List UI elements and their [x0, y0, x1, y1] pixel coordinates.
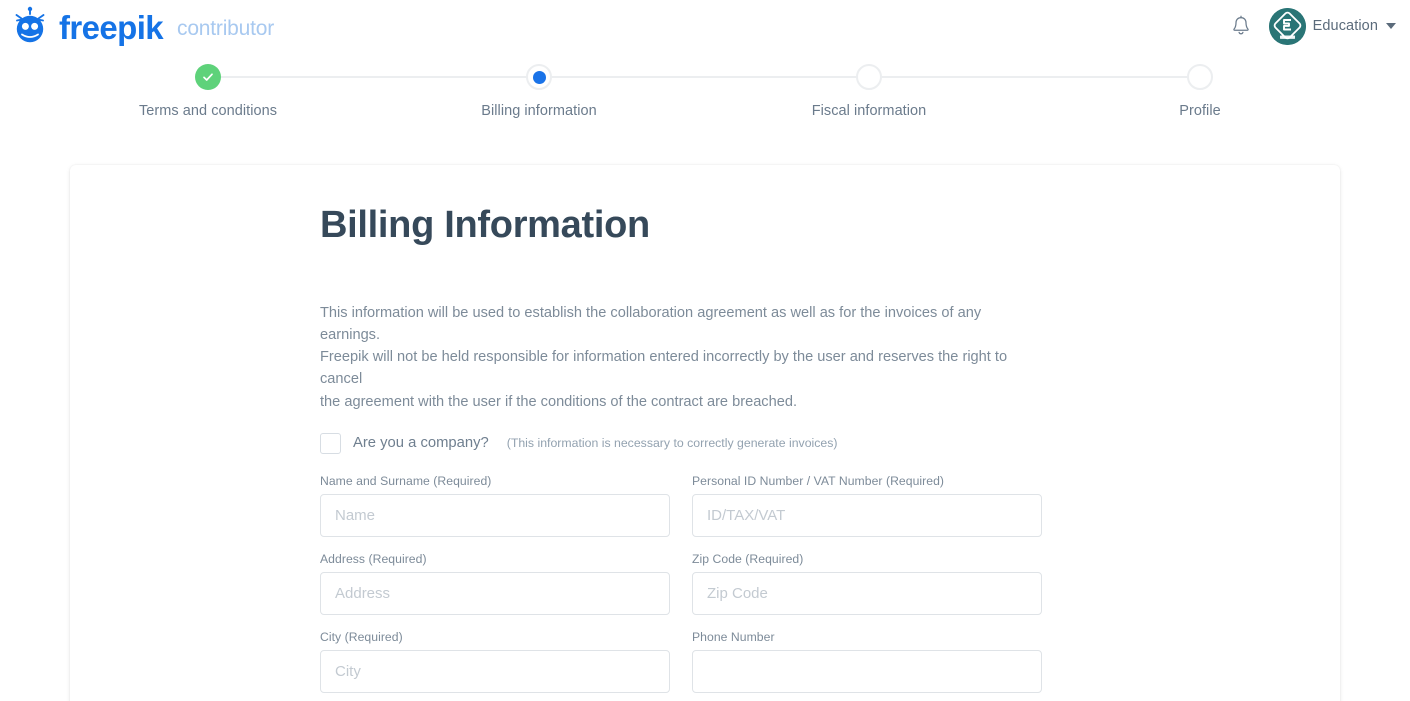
- address-input[interactable]: [320, 571, 670, 615]
- field-vat: Personal ID Number / VAT Number (Require…: [692, 474, 1042, 537]
- billing-form: Name and Surname (Required) Personal ID …: [320, 474, 1042, 701]
- name-input[interactable]: [320, 493, 670, 537]
- content-card: Billing Information This information wil…: [70, 165, 1340, 701]
- brand-subtitle: contributor: [177, 16, 275, 40]
- intro-paragraph: This information will be used to establi…: [320, 302, 1040, 413]
- company-checkbox[interactable]: [320, 432, 341, 454]
- content-card-inner: Billing Information This information wil…: [70, 165, 1340, 701]
- check-icon: [195, 64, 221, 90]
- freepik-contributor-logo[interactable]: freepik contributor: [10, 3, 274, 49]
- intro-line-3: the agreement with the user if the condi…: [320, 393, 798, 410]
- empty-circle-icon: [1187, 64, 1213, 90]
- step-indicator-2: [429, 62, 649, 92]
- label-phone: Phone Number: [692, 629, 775, 644]
- stepper-label-terms: Terms and conditions: [138, 103, 277, 119]
- page-title: Billing Information: [320, 204, 650, 246]
- label-name: Name and Surname (Required): [320, 473, 492, 488]
- avatar: [1268, 7, 1306, 45]
- field-phone: Phone Number: [692, 630, 1042, 693]
- progress-stepper: Terms and conditions Billing information…: [0, 62, 1410, 132]
- intro-line-1: This information will be used to establi…: [320, 304, 982, 343]
- company-checkbox-label: Are you a company?: [353, 435, 489, 452]
- city-input[interactable]: [320, 649, 670, 693]
- stepper-label-fiscal: Fiscal information: [811, 103, 927, 119]
- top-bar-right: Education: [1231, 0, 1396, 52]
- field-name: Name and Surname (Required): [320, 474, 670, 537]
- label-zip: Zip Code (Required): [692, 551, 804, 566]
- freepik-robot-logo-icon: [15, 6, 45, 43]
- intro-line-2: Freepik will not be held responsible for…: [320, 349, 1008, 388]
- current-step-dot: [532, 70, 546, 84]
- field-city: City (Required): [320, 630, 670, 693]
- brand-wordmark: freepik: [59, 8, 164, 46]
- bell-icon[interactable]: [1231, 15, 1251, 37]
- stepper-label-billing: Billing information: [481, 103, 597, 119]
- dot-icon: [526, 64, 552, 90]
- stepper-item-billing[interactable]: Billing information: [429, 62, 649, 119]
- billing-information-page: freepik contributor Education Terms and …: [0, 0, 1410, 701]
- step-indicator-3: [759, 62, 979, 92]
- field-zip: Zip Code (Required): [692, 552, 1042, 615]
- field-address: Address (Required): [320, 552, 670, 615]
- zip-input[interactable]: [692, 571, 1042, 615]
- label-vat: Personal ID Number / VAT Number (Require…: [692, 473, 945, 488]
- top-bar: freepik contributor Education: [0, 0, 1410, 52]
- vat-input[interactable]: [692, 493, 1042, 537]
- label-city: City (Required): [320, 629, 403, 644]
- user-menu[interactable]: Education: [1268, 7, 1396, 45]
- stepper-item-terms[interactable]: Terms and conditions: [98, 62, 318, 119]
- check-glyph: [203, 73, 213, 81]
- caret-down-icon: [1386, 23, 1396, 29]
- phone-input[interactable]: [692, 649, 1042, 693]
- stepper-label-profile: Profile: [1179, 103, 1221, 119]
- step-indicator-1: [98, 62, 318, 92]
- stepper-item-profile[interactable]: Profile: [1090, 62, 1310, 119]
- empty-circle-icon: [856, 64, 882, 90]
- company-checkbox-row: Are you a company? (This information is …: [320, 432, 1340, 454]
- step-indicator-4: [1090, 62, 1310, 92]
- stepper-item-fiscal[interactable]: Fiscal information: [759, 62, 979, 119]
- company-checkbox-hint: (This information is necessary to correc…: [506, 436, 838, 451]
- user-name: Education: [1312, 18, 1378, 34]
- user-avatar-logo: [1268, 7, 1306, 45]
- label-address: Address (Required): [320, 551, 427, 566]
